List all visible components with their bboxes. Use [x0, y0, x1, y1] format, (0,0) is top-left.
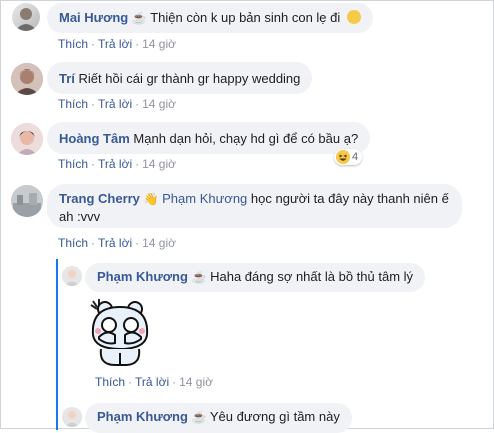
avatar-image	[62, 407, 82, 427]
comment-author[interactable]: Trí	[59, 71, 75, 86]
avatar-image	[11, 123, 43, 155]
comment-actions: Thích · Trả lời · 14 giờ	[58, 97, 176, 111]
reply-link[interactable]: Trả lời	[98, 157, 132, 171]
comment-text: Thiện còn k up bản sinh con lẹ đi	[150, 10, 341, 25]
comment-author[interactable]: Trang Cherry	[59, 191, 140, 206]
haha-reaction-icon	[336, 150, 350, 164]
reply-author[interactable]: Phạm Khương	[97, 269, 188, 284]
timestamp[interactable]: 14 giờ	[142, 37, 176, 51]
reaction-count: 4	[352, 151, 359, 163]
bear-sticker[interactable]	[85, 295, 155, 367]
avatar[interactable]	[62, 266, 82, 286]
reply-thread-line	[56, 259, 58, 430]
reply-author[interactable]: Phạm Khương	[97, 409, 188, 424]
like-link[interactable]: Thích	[95, 375, 125, 389]
mention-link[interactable]: Phạm Khương	[162, 191, 247, 206]
avatar-image	[62, 266, 82, 286]
avatar[interactable]	[11, 123, 43, 155]
comment-text-line1: học người ta đây này thanh niên ế	[250, 191, 449, 206]
avatar-image	[11, 63, 43, 95]
like-link[interactable]: Thích	[58, 37, 88, 51]
avatar[interactable]	[11, 63, 43, 95]
comment-bubble: Hoàng Tâm Mạnh dạn hỏi, chạy hd gì để có…	[47, 122, 371, 154]
reply-link[interactable]: Trả lời	[98, 37, 132, 51]
timestamp[interactable]: 14 giờ	[142, 236, 176, 250]
reply-text: Yêu đương gì tầm này	[209, 409, 340, 424]
coffee-icon: ☕	[191, 270, 207, 284]
reply-link[interactable]: Trả lời	[98, 236, 132, 250]
comment-actions: Thích · Trả lời · 14 giờ	[58, 236, 176, 250]
reply-link[interactable]: Trả lời	[98, 97, 132, 111]
reaction-summary[interactable]: 4	[334, 149, 363, 165]
timestamp[interactable]: 14 giờ	[142, 97, 176, 111]
timestamp[interactable]: 14 giờ	[142, 157, 176, 171]
timestamp[interactable]: 14 giờ	[179, 375, 213, 389]
comment-bubble: Mai Hương ☕ Thiện còn k up bản sinh con …	[47, 3, 373, 33]
comment-bubble: Trí Riết hồi cái gr thành gr happy weddi…	[47, 62, 313, 94]
coffee-icon: ☕	[191, 410, 207, 424]
reply-link[interactable]: Trả lời	[135, 375, 169, 389]
comment-author[interactable]: Mai Hương	[59, 10, 128, 25]
comment-author[interactable]: Hoàng Tâm	[59, 131, 130, 146]
reply-text: Haha đáng sợ nhất là bồ thủ tâm lý	[210, 269, 414, 284]
avatar-image	[11, 185, 43, 217]
avatar[interactable]	[11, 185, 43, 217]
reply-actions: Thích · Trả lời · 14 giờ	[95, 375, 213, 389]
comment-text: Mạnh dạn hỏi, chạy hd gì để có bầu ạ?	[133, 131, 359, 146]
wave-icon: 👋	[143, 192, 159, 206]
avatar-image	[15, 8, 37, 31]
coffee-icon: ☕	[131, 11, 147, 25]
comment-bubble: Trang Cherry 👋 Phạm Khương học người ta …	[47, 184, 462, 228]
like-link[interactable]: Thích	[58, 157, 88, 171]
avatar[interactable]	[62, 407, 82, 427]
comment-actions: Thích · Trả lời · 14 giờ	[58, 37, 176, 51]
like-link[interactable]: Thích	[58, 236, 88, 250]
comment-actions: Thích · Trả lời · 14 giờ	[58, 157, 176, 171]
relieved-emoji-icon	[346, 10, 361, 24]
comment-text: Riết hồi cái gr thành gr happy wedding	[78, 71, 301, 86]
comment-text-line2: ah :vvv	[59, 209, 101, 224]
like-link[interactable]: Thích	[58, 97, 88, 111]
bear-sticker-icon	[90, 299, 149, 366]
avatar[interactable]	[12, 3, 40, 31]
reply-bubble: Phạm Khương ☕ Haha đáng sợ nhất là bồ th…	[85, 263, 426, 292]
